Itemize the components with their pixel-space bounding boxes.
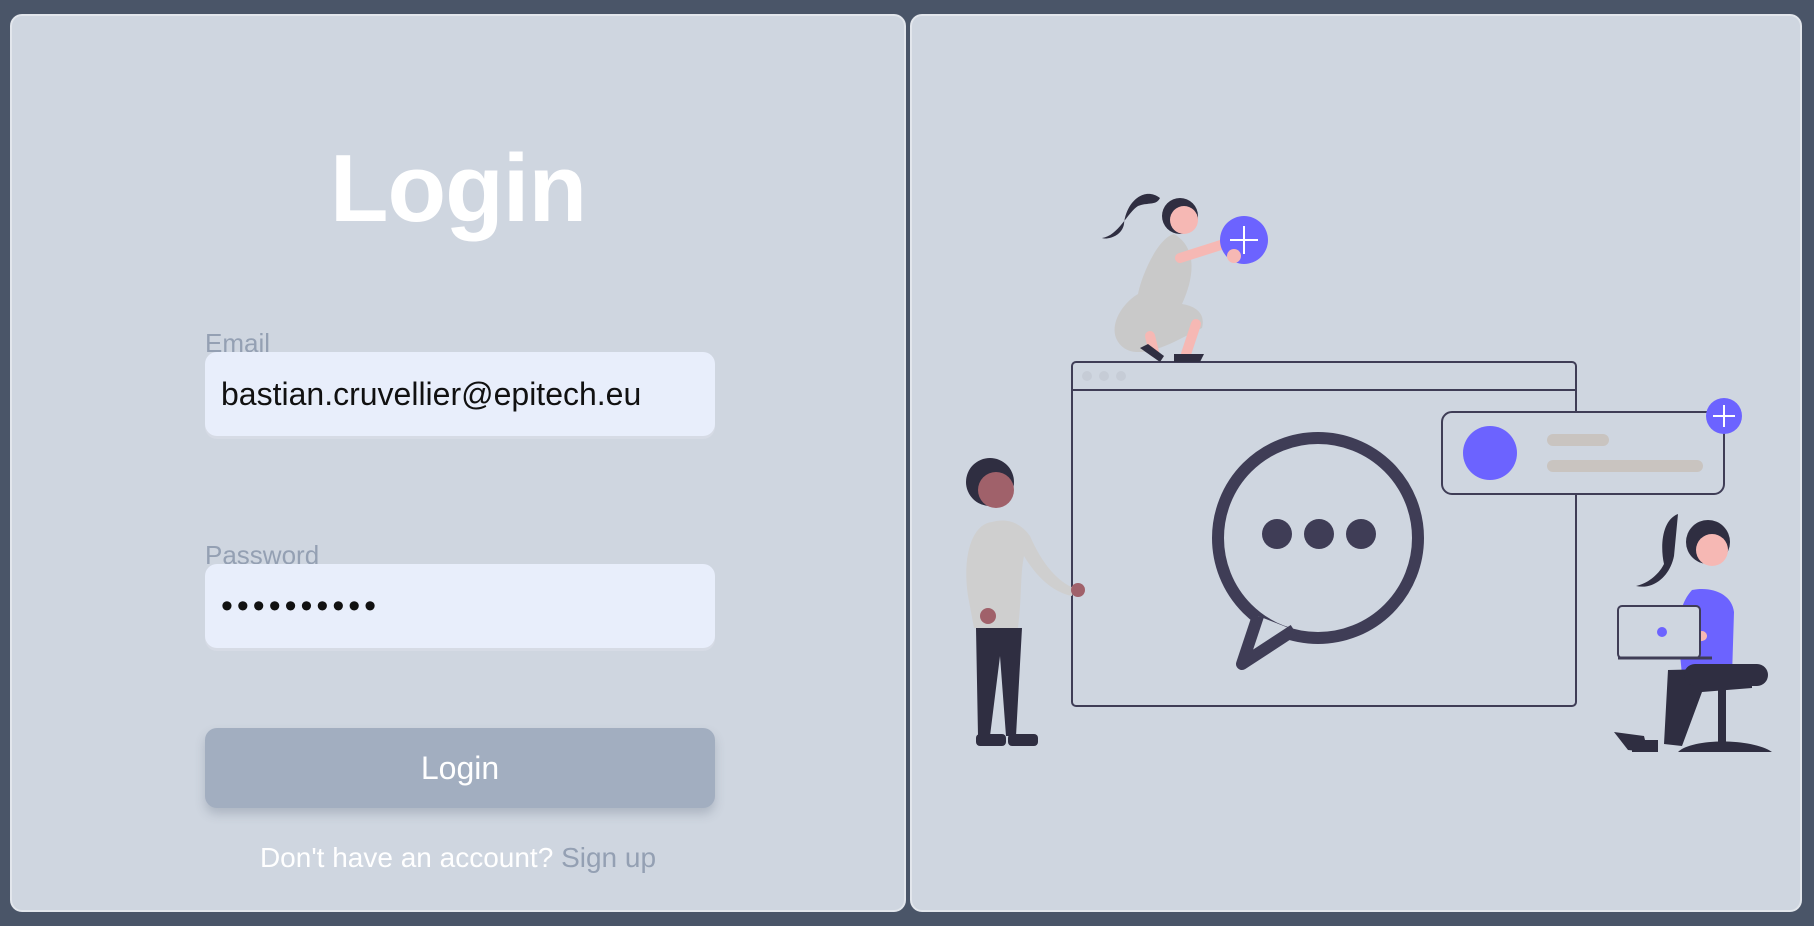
woman-holding-plus-illustration	[1102, 193, 1268, 362]
login-button[interactable]: Login	[205, 728, 715, 808]
signup-prompt-text: Don't have an account?	[259, 842, 554, 873]
signup-prompt: Don't have an account? Sign up	[12, 842, 904, 874]
password-field[interactable]	[205, 564, 715, 648]
plus-icon	[1706, 398, 1742, 434]
login-panel: Login Email Password Login Don't have an…	[10, 14, 906, 912]
email-field[interactable]	[205, 352, 715, 436]
laptop-icon	[1617, 605, 1712, 660]
avatar-circle-icon	[1463, 426, 1517, 480]
ellipsis-icon	[1262, 519, 1376, 549]
profile-card-illustration	[1441, 398, 1742, 495]
standing-man-illustration	[966, 458, 1085, 746]
illustration-panel	[910, 14, 1802, 912]
seated-woman-illustration	[1614, 514, 1772, 752]
signup-link[interactable]: Sign up	[561, 842, 656, 873]
page-title: Login	[329, 135, 587, 242]
chat-bubble-icon	[1212, 432, 1424, 670]
collaboration-illustration	[966, 193, 1772, 752]
